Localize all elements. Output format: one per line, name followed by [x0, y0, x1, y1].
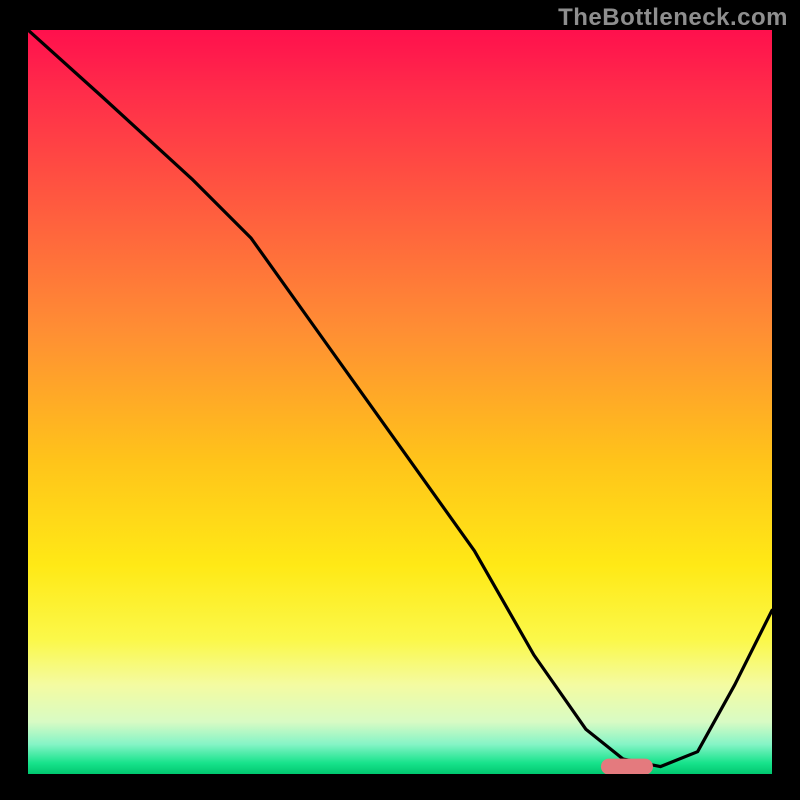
- chart-frame: TheBottleneck.com: [0, 0, 800, 800]
- watermark-text: TheBottleneck.com: [558, 4, 788, 32]
- chart-overlay: [28, 30, 772, 774]
- plot-area: [28, 30, 772, 774]
- bottleneck-curve: [28, 30, 772, 767]
- optimal-region-marker: [601, 759, 653, 774]
